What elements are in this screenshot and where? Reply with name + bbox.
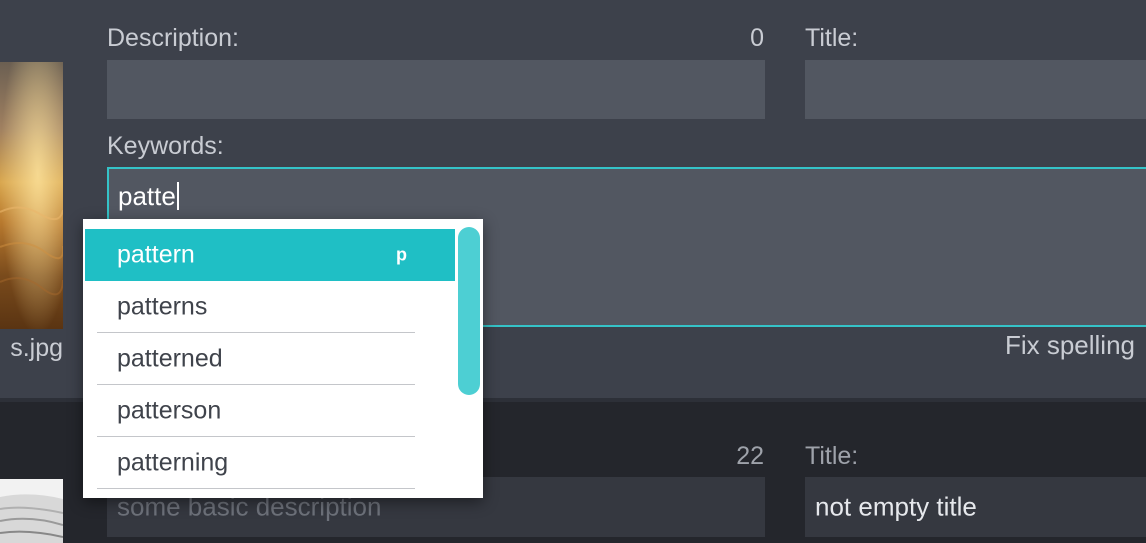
title-field-2[interactable]: not empty title [805,477,1146,537]
shortcut-hint: p [396,244,407,265]
suggestion-word: patterned [117,344,223,373]
autocomplete-popup: pattern p patterns patterned patterson p… [83,219,483,498]
title-field-value-2: not empty title [815,491,977,522]
suggestion-item[interactable]: pattern p [85,229,455,281]
suggestion-divider [97,488,415,489]
thumbnail-filename: s.jpg [10,334,63,362]
fix-spelling-link[interactable]: Fix spelling [960,330,1135,360]
suggestion-item[interactable]: patterned [83,333,455,385]
suggestion-item[interactable]: patterson [83,385,455,437]
text-caret [176,182,179,210]
keywords-label: Keywords: [107,132,224,160]
description-char-count: 0 [750,24,764,52]
popup-scrollbar[interactable] [458,227,480,395]
title-label-2: Title: [805,442,859,470]
description-label: Description: [107,24,239,52]
title-field[interactable] [805,60,1146,119]
title-label: Title: [805,24,859,52]
suggestion-word: pattern [117,240,195,269]
description-char-count-2: 22 [736,442,764,470]
suggestion-item[interactable]: patterns [83,281,455,333]
keywords-input-text-wrap: patte [118,181,179,211]
suggestion-item[interactable]: patterning [83,437,455,489]
suggestion-word: patterns [117,292,208,321]
image-thumbnail[interactable] [0,62,63,329]
description-field[interactable] [107,60,765,119]
image-thumbnail-2[interactable] [0,479,63,543]
suggestion-word: patterning [117,448,229,477]
suggestion-word: patterson [117,396,222,425]
keywords-input-text: patte [118,181,176,211]
